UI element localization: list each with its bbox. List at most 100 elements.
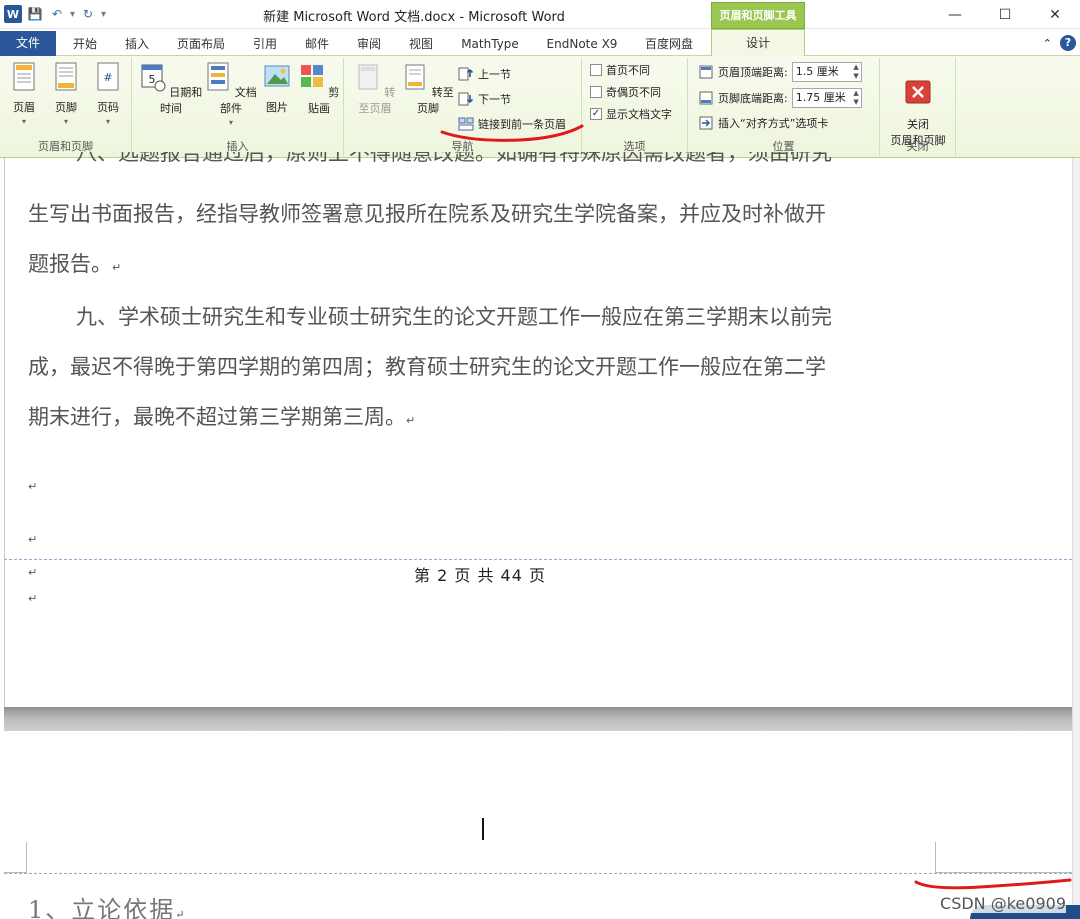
ribbon: 页眉 ▾ 页脚 ▾ # 页码 ▾ 页眉和页脚 5 日期和时间 文档部件 ▾ 图片	[0, 56, 1080, 158]
date-time-button[interactable]: 5 日期和时间	[138, 62, 204, 116]
cut-off-line-text: 八、选题报告通过后，原则上不得随意改题。如确有特殊原因需改题者，须由研究	[76, 152, 832, 165]
page-number-label: 页码	[97, 101, 119, 114]
next-page-heading: 1、立论依据↵	[28, 890, 187, 919]
header-from-top-input[interactable]: 1.5 厘米 ▲ ▼	[791, 62, 862, 82]
different-odd-even-label: 奇偶页不同	[606, 86, 661, 99]
next-section-label: 下一节	[478, 93, 511, 106]
body-line: 期末进行，最晚不超过第三学期第三周。↵	[28, 404, 938, 434]
group-close: 关闭 页眉和页脚 关闭	[880, 58, 956, 156]
header-position-icon	[699, 65, 713, 79]
chevron-down-icon: ▾	[105, 117, 110, 126]
checkbox[interactable]	[590, 64, 602, 76]
next-section-button[interactable]: 下一节	[458, 89, 511, 109]
footer-from-bottom-label: 页脚底端距离:	[718, 92, 788, 105]
page-separator	[4, 707, 1076, 731]
tab-home[interactable]: 开始	[62, 33, 108, 55]
footer-button[interactable]: 页脚 ▾	[48, 62, 84, 126]
clip-art-button[interactable]: 剪贴画	[298, 62, 340, 116]
chevron-down-icon: ▾	[228, 118, 233, 127]
body-line-text: 题报告。	[28, 252, 112, 276]
group-insert: 5 日期和时间 文档部件 ▾ 图片 剪贴画 插入	[132, 58, 344, 156]
different-first-page-checkbox[interactable]: 首页不同	[590, 60, 650, 80]
group-position: 页眉顶端距离: 1.5 厘米 ▲ ▼ 页脚底端距离: 1.75 厘米 ▲ ▼ 插入“对齐…	[688, 58, 880, 156]
close-window-button[interactable]: ✕	[1030, 0, 1080, 29]
collapse-ribbon-icon[interactable]: ⌃	[1043, 37, 1052, 50]
paragraph-mark-icon: ↵	[28, 592, 38, 605]
tab-review[interactable]: 审阅	[348, 33, 390, 55]
tab-endnote[interactable]: EndNote X9	[538, 33, 626, 55]
maximize-button[interactable]: ☐	[980, 0, 1030, 29]
goto-footer-icon	[405, 64, 425, 90]
next-section-icon	[458, 92, 474, 106]
minimize-button[interactable]: —	[930, 0, 980, 29]
show-document-text-checkbox[interactable]: ✓ 显示文档文字	[590, 104, 672, 124]
spin-arrows-icon[interactable]: ▲ ▼	[853, 63, 858, 81]
goto-header-button[interactable]: 转至页眉	[350, 62, 400, 116]
group-options: 首页不同 奇偶页不同 ✓ 显示文档文字 选项	[582, 58, 688, 156]
document-area[interactable]: 八、选题报告通过后，原则上不得随意改题。如确有特殊原因需改题者，须由研究 生写出…	[0, 152, 1080, 919]
body-line: 九、学术硕士研究生和专业硕士研究生的论文开题工作一般应在第三学期末以前完	[76, 305, 832, 329]
page-left-edge	[4, 158, 5, 708]
footer-icon	[55, 62, 77, 91]
footer-page-number[interactable]: 第 2 页 共 44 页	[0, 562, 960, 586]
heading-text: 1、立论依据	[28, 896, 176, 919]
close-icon	[905, 80, 931, 104]
footer-from-bottom-value: 1.75 厘米	[795, 91, 846, 104]
checkbox[interactable]: ✓	[590, 108, 602, 120]
close-header-footer-button[interactable]: 关闭 页眉和页脚	[884, 62, 952, 149]
footer-from-bottom-field: 页脚底端距离: 1.75 厘米 ▲ ▼	[698, 88, 862, 108]
tab-references[interactable]: 引用	[244, 33, 286, 55]
document-parts-button[interactable]: 文档部件 ▾	[204, 62, 258, 127]
link-to-previous-button[interactable]: 链接到前一条页眉	[458, 114, 566, 134]
body-line: 生写出书面报告，经指导教师签署意见报所在院系及研究生学院备案，并应及时补做开	[28, 202, 826, 226]
paragraph-mark-icon: ↵	[175, 908, 187, 919]
alignment-tab-icon	[699, 116, 713, 130]
footer-from-bottom-input[interactable]: 1.75 厘米 ▲ ▼	[791, 88, 862, 108]
group-header-footer: 页眉 ▾ 页脚 ▾ # 页码 ▾ 页眉和页脚	[0, 58, 132, 156]
tab-insert[interactable]: 插入	[114, 33, 160, 55]
body-line: 成，最迟不得晚于第四学期的第四周；教育硕士研究生的论文开题工作一般应在第二学	[28, 355, 826, 379]
date-time-label: 日期和时间	[160, 86, 203, 115]
checkbox[interactable]	[590, 86, 602, 98]
page-number-button[interactable]: # 页码 ▾	[90, 62, 126, 126]
calendar-clock-icon: 5	[141, 64, 166, 92]
context-tab-group-label: 页眉和页脚工具	[711, 2, 805, 29]
help-icon[interactable]: ?	[1060, 35, 1076, 51]
link-icon	[458, 117, 474, 131]
footer-boundary	[4, 559, 1072, 560]
tab-mathtype[interactable]: MathType	[452, 33, 528, 55]
header-boundary	[4, 873, 1072, 874]
body-line: 题报告。↵	[28, 251, 938, 281]
insert-alignment-tab-button[interactable]: 插入“对齐方式”选项卡	[698, 113, 828, 133]
previous-section-button[interactable]: 上一节	[458, 64, 511, 84]
paragraph-mark-icon: ↵	[28, 480, 38, 493]
previous-section-label: 上一节	[478, 68, 511, 81]
tab-view[interactable]: 视图	[400, 33, 442, 55]
document-parts-icon	[207, 62, 229, 91]
picture-button[interactable]: 图片	[260, 62, 294, 115]
footer-label: 页脚	[55, 101, 77, 114]
tab-page-layout[interactable]: 页面布局	[168, 33, 234, 55]
vertical-scrollbar[interactable]	[1072, 158, 1080, 919]
paragraph-mark-icon: ↵	[28, 533, 38, 546]
header-button[interactable]: 页眉 ▾	[6, 62, 42, 126]
tab-design[interactable]: 设计	[711, 29, 805, 57]
tab-mailings[interactable]: 邮件	[296, 33, 338, 55]
previous-section-icon	[458, 67, 474, 81]
goto-footer-button[interactable]: 转至页脚	[402, 62, 454, 116]
insert-alignment-tab-label: 插入“对齐方式”选项卡	[718, 117, 829, 130]
tab-file[interactable]: 文件	[0, 31, 56, 56]
different-first-page-label: 首页不同	[606, 64, 650, 77]
body-line-text: 期末进行，最晚不超过第三学期第三周。	[28, 405, 406, 429]
group-navigation: 转至页眉 转至页脚 上一节 下一节 链接到前一条页眉 导航	[344, 58, 582, 156]
header-icon	[13, 62, 35, 91]
title-bar: W 💾 ↶ ▾ ↻ ▾ 新建 Microsoft Word 文档.docx - …	[0, 0, 1080, 29]
picture-icon	[264, 65, 290, 87]
different-odd-even-checkbox[interactable]: 奇偶页不同	[590, 82, 661, 102]
header-from-top-field: 页眉顶端距离: 1.5 厘米 ▲ ▼	[698, 62, 862, 82]
goto-header-icon	[358, 64, 378, 90]
spin-arrows-icon[interactable]: ▲ ▼	[853, 89, 858, 107]
tab-baidu-netdisk[interactable]: 百度网盘	[636, 33, 702, 55]
header-label: 页眉	[13, 101, 35, 114]
header-from-top-value: 1.5 厘米	[795, 65, 839, 78]
